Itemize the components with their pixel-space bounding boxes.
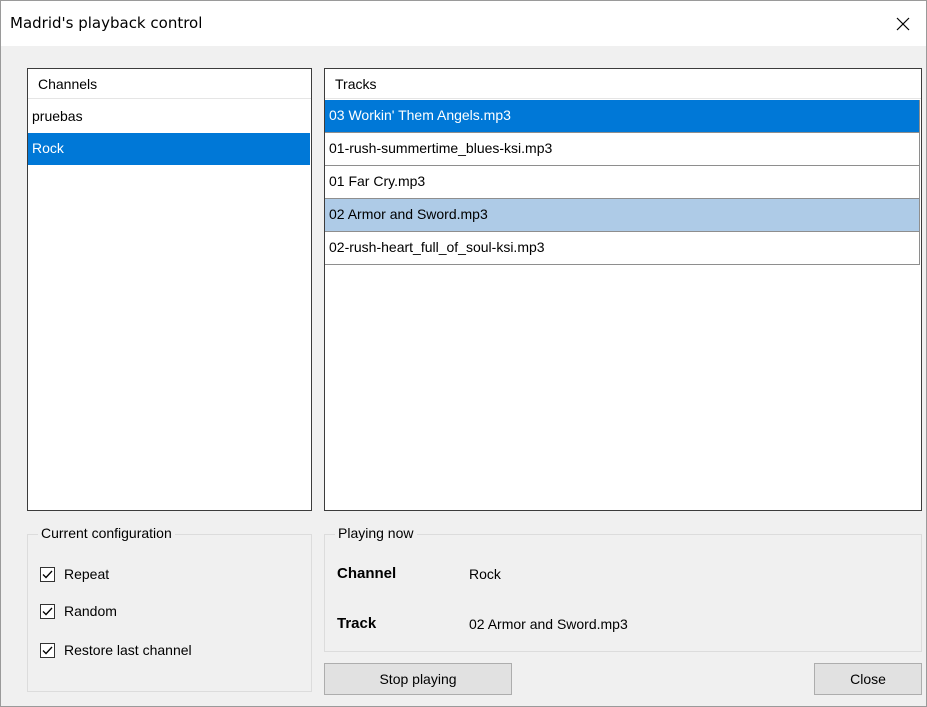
- track-field-value: 02 Armor and Sword.mp3: [469, 616, 628, 632]
- track-label: 02-rush-heart_full_of_soul-ksi.mp3: [329, 239, 545, 255]
- track-field-label: Track: [337, 615, 377, 632]
- checkbox-box[interactable]: [40, 642, 55, 658]
- title-bar: Madrid's playback control: [1, 1, 926, 46]
- channel-item-label: pruebas: [32, 108, 83, 124]
- channels-list[interactable]: Channels pruebas Rock: [27, 68, 312, 511]
- restore-last-channel-label: Restore last channel: [64, 642, 192, 658]
- channel-item-label: Rock: [32, 140, 64, 156]
- checkmark-icon: [42, 607, 53, 615]
- stop-playing-button[interactable]: Stop playing: [324, 663, 512, 695]
- playing-now-group: Playing now Channel Rock Track 02 Armor …: [324, 525, 922, 652]
- restore-last-channel-checkbox[interactable]: Restore last channel: [40, 640, 192, 660]
- close-button[interactable]: Close: [814, 663, 922, 695]
- configuration-group-title: Current configuration: [38, 525, 175, 541]
- channel-item-rock[interactable]: Rock: [28, 133, 310, 165]
- track-row[interactable]: 02-rush-heart_full_of_soul-ksi.mp3: [325, 232, 920, 265]
- track-label: 01-rush-summertime_blues-ksi.mp3: [329, 140, 553, 156]
- random-label: Random: [64, 603, 117, 619]
- track-row[interactable]: 01-rush-summertime_blues-ksi.mp3: [325, 133, 920, 166]
- track-row[interactable]: 02 Armor and Sword.mp3: [325, 199, 920, 232]
- tracks-header-label: Tracks: [335, 76, 377, 92]
- checkmark-icon: [42, 570, 53, 578]
- window-close-button[interactable]: [880, 1, 926, 46]
- repeat-checkbox[interactable]: Repeat: [40, 564, 109, 584]
- channels-column-header[interactable]: Channels: [28, 69, 311, 99]
- window-title: Madrid's playback control: [10, 14, 203, 32]
- channel-item-pruebas[interactable]: pruebas: [28, 101, 310, 133]
- track-row[interactable]: 01 Far Cry.mp3: [325, 166, 920, 199]
- close-icon: [896, 17, 910, 30]
- tracks-list[interactable]: Tracks 03 Workin' Them Angels.mp3 01-rus…: [324, 68, 922, 511]
- playing-now-title: Playing now: [335, 525, 417, 541]
- playback-control-window: Madrid's playback control Channels prueb…: [0, 0, 927, 707]
- track-label: 02 Armor and Sword.mp3: [329, 206, 488, 222]
- track-label: 01 Far Cry.mp3: [329, 173, 426, 189]
- current-configuration-group: Current configuration Repeat Random Rest…: [27, 525, 312, 692]
- random-checkbox[interactable]: Random: [40, 601, 117, 621]
- checkmark-icon: [42, 646, 53, 654]
- tracks-column-header[interactable]: Tracks: [325, 69, 921, 99]
- checkbox-box[interactable]: [40, 566, 55, 582]
- track-label: 03 Workin' Them Angels.mp3: [329, 107, 511, 123]
- checkbox-box[interactable]: [40, 603, 55, 619]
- channel-field-label: Channel: [337, 565, 397, 582]
- channels-header-label: Channels: [38, 76, 98, 92]
- repeat-label: Repeat: [64, 566, 110, 582]
- channel-field-value: Rock: [469, 566, 501, 582]
- track-row[interactable]: 03 Workin' Them Angels.mp3: [325, 100, 920, 133]
